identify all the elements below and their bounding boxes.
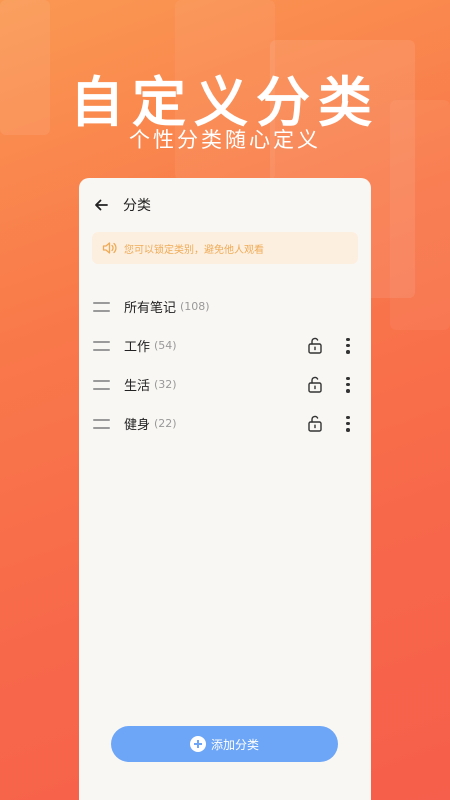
category-name: 工作 [124, 340, 151, 355]
plus-circle-icon [189, 736, 206, 752]
list-item[interactable]: 健身 (22) [79, 404, 371, 443]
unlock-icon[interactable] [307, 415, 323, 432]
app-header: 分类 [79, 178, 371, 232]
page-title: 分类 [123, 198, 151, 214]
unlock-icon[interactable] [307, 337, 323, 354]
notice-text: 您可以锁定类别，避免他人观看 [124, 244, 264, 256]
unlock-icon[interactable] [307, 376, 323, 393]
more-vertical-icon[interactable] [345, 376, 351, 393]
lock-tip-banner: 您可以锁定类别，避免他人观看 [92, 232, 358, 264]
more-vertical-icon[interactable] [345, 337, 351, 354]
add-category-button[interactable]: 添加分类 [111, 726, 338, 762]
category-list: 所有笔记 (108) 工作 (54) 生活 (32) 健身 (22) [79, 287, 371, 443]
add-category-label: 添加分类 [210, 737, 259, 752]
arrow-left-icon[interactable] [93, 197, 109, 213]
speaker-icon [102, 242, 117, 254]
list-item[interactable]: 生活 (32) [79, 365, 371, 404]
drag-handle-icon[interactable] [93, 379, 110, 390]
category-name: 健身 [124, 418, 151, 433]
category-name: 生活 [124, 379, 151, 394]
category-count: (22) [154, 417, 177, 430]
category-count: (32) [154, 378, 177, 391]
list-item[interactable]: 所有笔记 (108) [79, 287, 371, 326]
drag-handle-icon[interactable] [93, 418, 110, 429]
drag-handle-icon[interactable] [93, 301, 110, 312]
category-count: (108) [180, 300, 210, 313]
category-count: (54) [154, 339, 177, 352]
more-vertical-icon[interactable] [345, 415, 351, 432]
category-name: 所有笔记 [124, 301, 177, 316]
phone-screen: 分类 您可以锁定类别，避免他人观看 所有笔记 (108) 工作 (54) 生活 … [79, 178, 371, 800]
drag-handle-icon[interactable] [93, 340, 110, 351]
list-item[interactable]: 工作 (54) [79, 326, 371, 365]
hero-subtitle: 个性分类随心定义 [129, 128, 321, 152]
